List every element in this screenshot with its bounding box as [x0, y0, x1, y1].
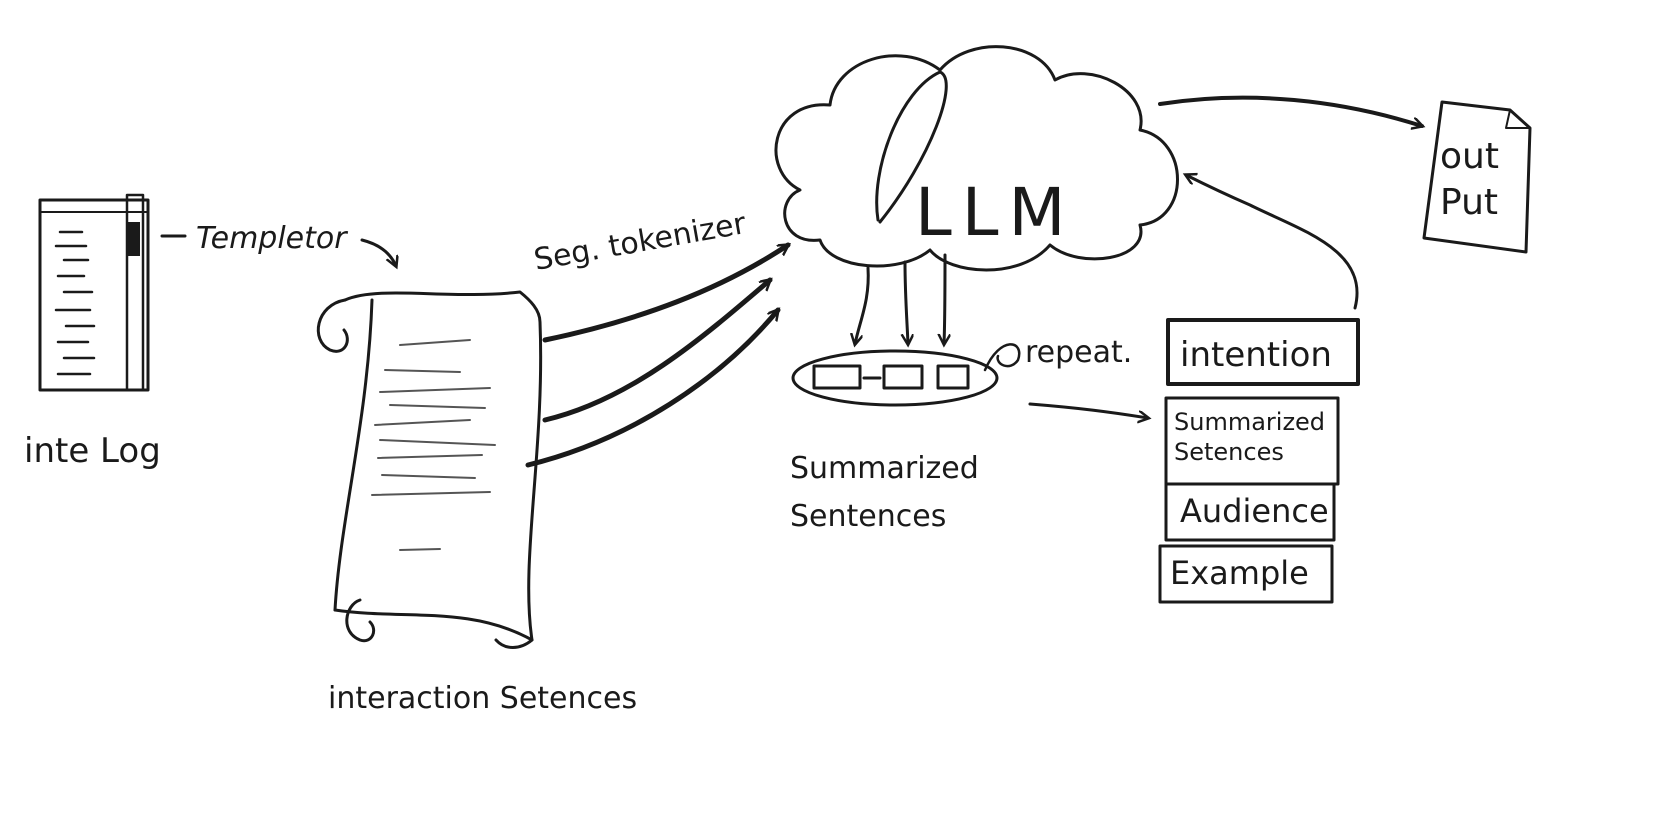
summary-oval	[791, 349, 999, 407]
output-label-line1: out	[1440, 136, 1499, 177]
tokenizer-arrows	[525, 242, 788, 468]
summary-label-line1: Summarized Sentences	[790, 451, 979, 534]
log-document-icon	[38, 193, 150, 392]
stack-item-summarized: Summarized Setences	[1174, 408, 1325, 466]
stack-item-intention: intention	[1180, 335, 1332, 375]
tokenizer-label: Seg. tokenizer	[531, 206, 749, 278]
summary-to-stack-arrow	[1028, 402, 1148, 418]
llm-to-output-arrow	[1158, 95, 1422, 126]
log-label: inte Log	[24, 431, 161, 471]
stack-to-llm-arrow	[1186, 175, 1359, 310]
llm-label: LLM	[915, 174, 1076, 251]
repeat-loop-icon	[983, 343, 1021, 372]
stack-item-audience: Audience	[1180, 492, 1329, 530]
templator-label: Templetor	[196, 221, 348, 256]
output-document-icon	[1422, 100, 1532, 254]
scroll-label: interaction Setences	[328, 681, 637, 716]
stack-item-example: Example	[1170, 554, 1309, 592]
repeat-label: repeat.	[1025, 335, 1132, 370]
llm-to-summary-arrows	[855, 253, 945, 344]
output-label-line2: Put	[1440, 182, 1498, 223]
scroll-icon	[316, 290, 543, 649]
pipeline-diagram: inte Log Templetor interaction Setences	[24, 45, 1532, 716]
